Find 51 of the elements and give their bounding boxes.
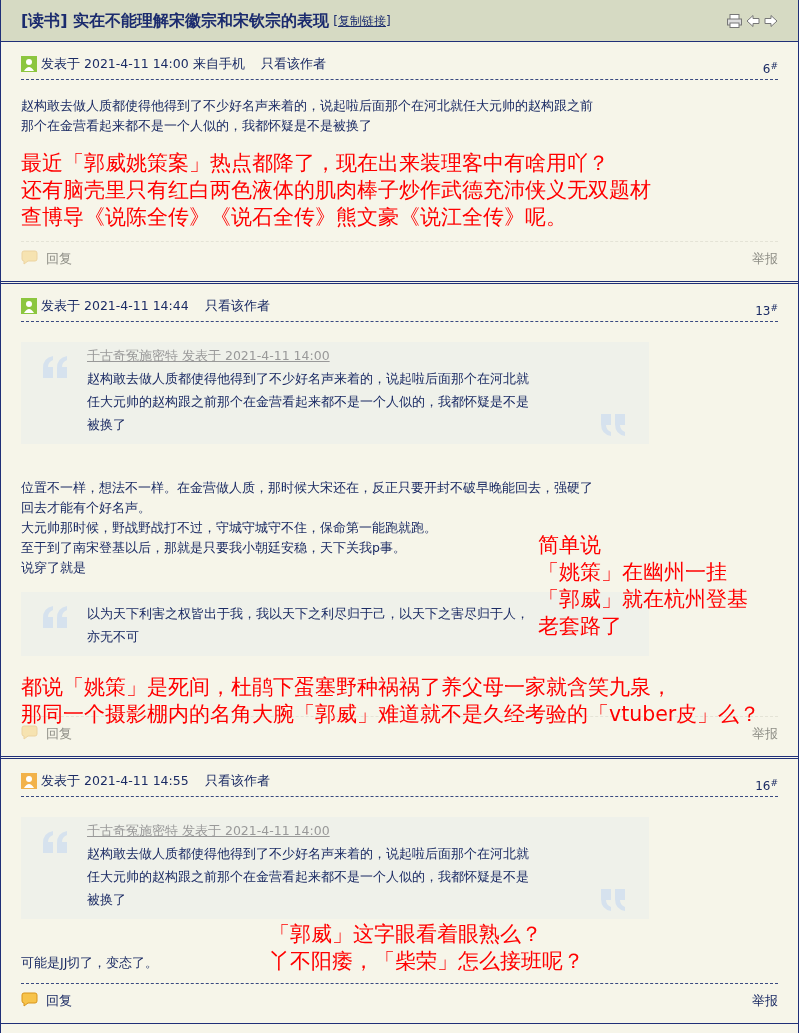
- open-quote-icon: [43, 356, 69, 378]
- thread-title: [读书] 实在不能理解宋徽宗和宋钦宗的表现: [21, 9, 330, 32]
- post-text: 至于到了南宋登基以后，那就是只要我小朝廷安稳，天下关我p事。: [21, 539, 406, 557]
- quote-text: 被换了: [87, 891, 126, 909]
- reply-icon: [21, 992, 38, 1007]
- post-meta: 发表于 2021-4-11 14:44: [41, 297, 189, 315]
- annotation-text: 「姚策」在幽州一挂: [538, 559, 727, 586]
- annotation-text: 查博导《说陈全传》《说石全传》熊文豪《说江全传》呢。: [21, 204, 567, 231]
- quote-text: 亦无不可: [87, 628, 139, 646]
- report-link[interactable]: 举报: [752, 992, 778, 1011]
- copy-link[interactable]: [复制链接]: [333, 11, 391, 30]
- reply-icon: [21, 725, 38, 740]
- close-quote-icon: [601, 414, 627, 436]
- post-text: 说穿了就是: [21, 559, 86, 577]
- annotation-text: 丫不阳痿，「柴荣」怎么接班呢？: [269, 948, 584, 975]
- floor-number: 6$^{#}$: [762, 60, 778, 78]
- previous-icon[interactable]: [746, 13, 760, 28]
- author-only-link[interactable]: 只看该作者: [204, 772, 270, 791]
- annotation-text: 「郭威」这字眼看着眼熟么？: [269, 921, 542, 948]
- reply-link[interactable]: 回复: [46, 992, 72, 1011]
- quote-text: 赵构敢去做人质都使得他得到了不少好名声来着的，说起啦后面那个在河北就: [87, 370, 529, 388]
- author-only-link[interactable]: 只看该作者: [204, 297, 270, 316]
- post-meta: 发表于 2021-4-11 14:00 来自手机: [41, 55, 245, 73]
- quote-text: 赵构敢去做人质都使得他得到了不少好名声来着的，说起啦后面那个在河北就: [87, 845, 529, 863]
- post-meta: 发表于 2021-4-11 14:55: [41, 772, 189, 790]
- quote-text: 以为天下利害之权皆出于我，我以天下之利尽归于己，以天下之害尽归于人，: [87, 605, 529, 623]
- annotation-text: 还有脑壳里只有红白两色液体的肌肉棒子炒作武德充沛侠义无双题材: [21, 177, 651, 204]
- open-quote-icon: [43, 831, 69, 853]
- post-text: 位置不一样，想法不一样。在金营做人质，那时候大宋还在，反正只要开封不破早晚能回去，强硬了: [21, 479, 593, 497]
- quote-text: 被换了: [87, 416, 126, 434]
- reply-icon: [21, 250, 38, 265]
- quote-text: 任大元帅的赵构跟之前那个在金营看起来都不是一个人似的，我都怀疑是不是: [87, 868, 529, 886]
- floor-number: 13$^{#}$: [755, 302, 778, 320]
- print-icon[interactable]: [727, 13, 742, 28]
- close-quote-icon: [601, 889, 627, 911]
- post-text: 那个在金营看起来都不是一个人似的，我都怀疑是不是被换了: [21, 117, 372, 135]
- post-text: 回去才能有个好名声。: [21, 499, 151, 517]
- annotation-text: 简单说: [538, 532, 601, 559]
- annotation-text: 都说「姚策」是死间，杜鹃下蛋塞野种祸祸了养父母一家就含笑九泉，: [21, 674, 672, 701]
- open-quote-icon: [43, 606, 69, 628]
- quote-text: 任大元帅的赵构跟之前那个在金营看起来都不是一个人似的，我都怀疑是不是: [87, 393, 529, 411]
- floor-number: 16$^{#}$: [755, 777, 778, 795]
- author-only-link[interactable]: 只看该作者: [260, 55, 326, 74]
- post-text: 大元帅那时候，野战野战打不过，守城守城守不住，保命第一能跑就跑。: [21, 519, 437, 537]
- next-icon[interactable]: [764, 13, 778, 28]
- post-text: 可能是JJ切了，变态了。: [21, 954, 159, 972]
- post-text: 赵构敢去做人质都使得他得到了不少好名声来着的，说起啦后面那个在河北就任大元帅的赵构跟之前: [21, 97, 593, 115]
- annotation-text: 「郭威」就在杭州登基: [538, 586, 748, 613]
- annotation-text: 最近「郭威姚策案」热点都降了，现在出来装理客中有啥用吖？: [21, 150, 609, 177]
- annotation-text: 老套路了: [538, 613, 622, 640]
- annotation-text: 那同一个摄影棚内的名角大腕「郭威」难道就不是久经考验的「vtuber皮」么？: [21, 701, 761, 727]
